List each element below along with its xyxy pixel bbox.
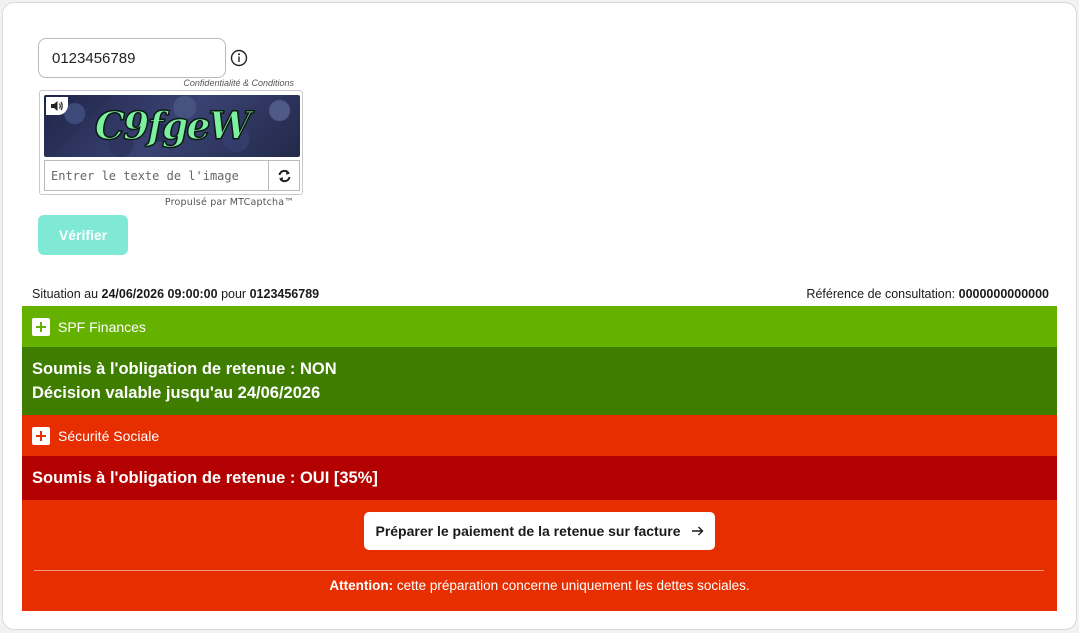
prepare-payment-button[interactable]: Préparer le paiement de la retenue sur f… [364,512,715,550]
consultation-reference: Référence de consultation: 0000000000000 [806,287,1049,301]
refresh-icon [278,169,290,182]
spf-obligation-text: Soumis à l'obligation de retenue : NON [32,360,337,378]
attention-note: Attention: cette préparation concerne un… [329,578,750,593]
captcha-widget: C9fgeW [39,90,303,195]
number-input[interactable] [38,38,226,78]
divider [34,570,1044,571]
plus-icon[interactable] [32,426,50,445]
refresh-captcha-button[interactable] [268,160,300,191]
captcha-powered-by[interactable]: Propulsé par MTCaptcha™ [103,197,294,208]
spf-finances-result: Soumis à l'obligation de retenue : NON D… [22,347,1057,415]
svg-text:C9fgeW: C9fgeW [95,103,255,148]
conditions-link[interactable]: Confidentialité & Conditions [133,78,294,88]
social-obligation-text: Soumis à l'obligation de retenue : OUI [… [32,469,378,487]
spf-finances-title: SPF Finances [58,318,146,335]
info-icon[interactable] [230,49,248,67]
social-security-result: Soumis à l'obligation de retenue : OUI [… [22,456,1057,500]
speaker-icon [51,101,63,111]
spf-decision-validity: Décision valable jusqu'au 24/06/2026 [32,384,321,402]
spf-finances-header[interactable]: SPF Finances [22,306,1057,347]
situation-line: Situation au 24/06/2026 09:00:00 pour 01… [32,287,320,301]
arrow-right-icon [691,526,703,536]
social-security-header[interactable]: Sécurité Sociale [22,415,1057,456]
captcha-input[interactable] [44,160,268,191]
audio-captcha-button[interactable] [46,97,68,115]
prepare-payment-label: Préparer le paiement de la retenue sur f… [375,523,681,539]
captcha-image: C9fgeW [44,95,300,157]
social-security-action: Préparer le paiement de la retenue sur f… [22,500,1057,611]
plus-icon[interactable] [32,317,50,336]
captcha-image-text: C9fgeW [94,102,257,149]
verify-button[interactable]: Vérifier [38,215,128,255]
social-security-title: Sécurité Sociale [58,427,160,444]
